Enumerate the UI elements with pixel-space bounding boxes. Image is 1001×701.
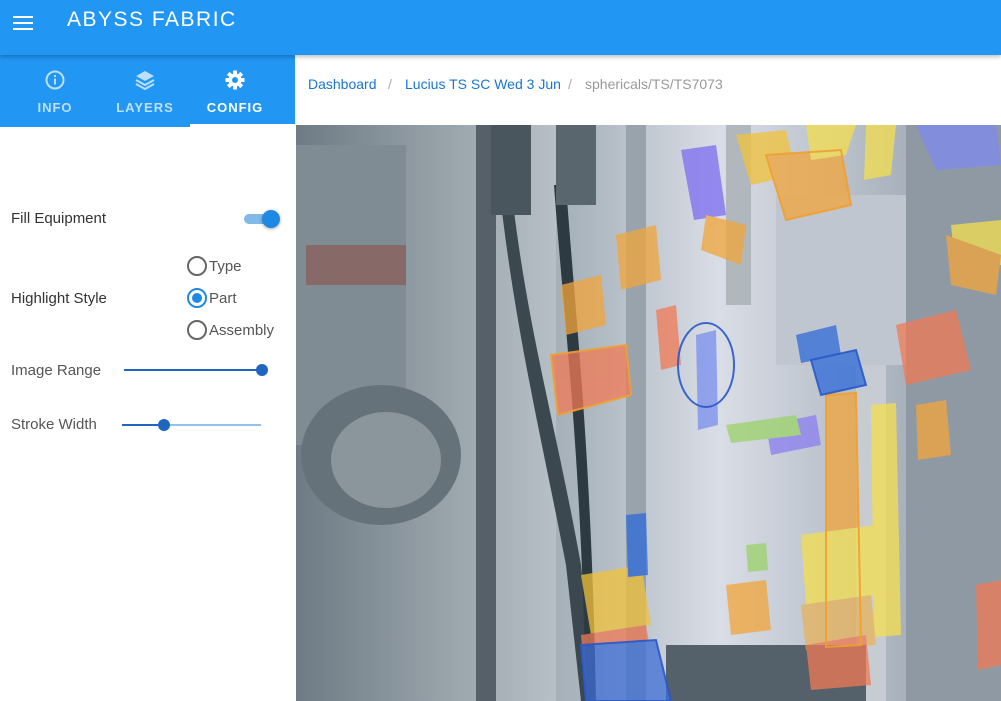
breadcrumb-survey[interactable]: Lucius TS SC Wed 3 Jun [405, 76, 561, 92]
slider-thumb[interactable] [157, 419, 170, 431]
stroke-width-slider[interactable] [122, 417, 261, 433]
fill-equipment-toggle[interactable] [242, 208, 282, 230]
layers-icon [100, 69, 190, 91]
breadcrumb-dashboard[interactable]: Dashboard [308, 76, 377, 92]
highlight-style-radio-type[interactable]: Type [187, 255, 242, 277]
tab-layers-label: LAYERS [116, 100, 174, 115]
panorama-image [296, 125, 1001, 701]
stroke-width-label: Stroke Width [11, 416, 97, 433]
highlight-style-radio-assembly[interactable]: Assembly [187, 319, 274, 341]
breadcrumb-separator: / [388, 76, 392, 92]
app-bar: ABYSS FABRIC [0, 0, 1001, 55]
menu-icon[interactable] [10, 10, 36, 36]
sidebar: INFO LAYERS CONFIG Fill Equipment Type H… [0, 55, 295, 701]
panorama-viewer[interactable] [296, 125, 1001, 701]
slider-thumb[interactable] [256, 364, 268, 376]
slider-fill [124, 369, 262, 371]
info-icon [10, 69, 100, 91]
breadcrumb-current: sphericals/TS/TS7073 [585, 76, 723, 92]
toggle-thumb [262, 210, 280, 228]
tab-layers[interactable]: LAYERS [100, 55, 190, 127]
radio-label-type: Type [209, 257, 242, 275]
gear-icon [190, 69, 280, 91]
radio-label-assembly: Assembly [209, 321, 275, 339]
highlight-style-label: Highlight Style [11, 290, 107, 307]
tab-config-label: CONFIG [206, 100, 264, 115]
radio-label-part: Part [209, 289, 237, 307]
radio-circle-checked [187, 288, 207, 308]
highlight-style-radio-part[interactable]: Part [187, 287, 237, 309]
sidebar-tabs: INFO LAYERS CONFIG [0, 55, 295, 127]
fill-equipment-label: Fill Equipment [11, 210, 107, 227]
breadcrumb: Dashboard / Lucius TS SC Wed 3 Jun / sph… [295, 55, 1001, 125]
active-tab-indicator [190, 124, 295, 127]
tab-info-label: INFO [37, 100, 73, 115]
breadcrumb-separator: / [568, 76, 572, 92]
tab-config[interactable]: CONFIG [190, 55, 280, 127]
app-title: ABYSS FABRIC [67, 8, 237, 31]
radio-circle [187, 320, 207, 340]
tab-info[interactable]: INFO [10, 55, 100, 127]
image-range-slider[interactable] [124, 362, 268, 378]
image-range-label: Image Range [11, 362, 102, 379]
radio-circle [187, 256, 207, 276]
